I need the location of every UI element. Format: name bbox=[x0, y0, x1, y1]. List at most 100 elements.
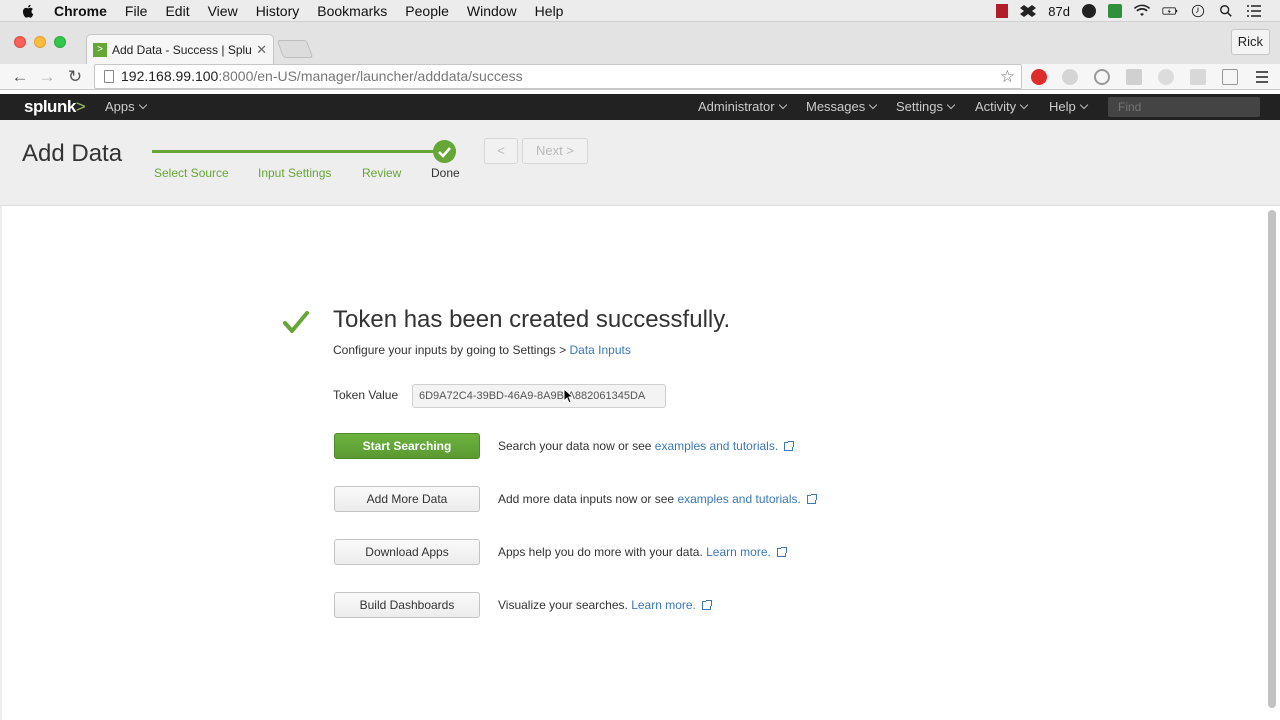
nav-help-label: Help bbox=[1049, 99, 1076, 114]
page-title: Add Data bbox=[22, 140, 123, 167]
learn-more-link[interactable]: Learn more. bbox=[706, 545, 771, 559]
external-link-icon bbox=[784, 441, 795, 451]
notification-center-icon[interactable] bbox=[1246, 4, 1262, 18]
battery-monitor-icon[interactable] bbox=[1108, 4, 1122, 18]
logo-text: splunk bbox=[24, 97, 76, 116]
chrome-menu-icon[interactable] bbox=[1254, 69, 1270, 85]
download-apps-button[interactable]: Download Apps bbox=[334, 539, 480, 565]
external-link-icon bbox=[806, 494, 817, 504]
window-close-button[interactable] bbox=[14, 36, 26, 48]
success-heading: Token has been created successfully. bbox=[333, 306, 731, 333]
nav-help[interactable]: Help bbox=[1049, 99, 1088, 114]
reload-icon[interactable]: ↻ bbox=[65, 67, 85, 87]
url-path: :8000/en-US/manager/launcher/adddata/suc… bbox=[218, 68, 523, 84]
splunk-nav-bar: splunk> Apps Administrator Messages Sett… bbox=[0, 94, 1280, 120]
examples-tutorials-link[interactable]: examples and tutorials. bbox=[677, 492, 800, 506]
learn-more-link[interactable]: Learn more. bbox=[631, 598, 696, 612]
menu-view[interactable]: View bbox=[208, 3, 238, 19]
nav-settings[interactable]: Settings bbox=[896, 99, 956, 114]
nav-activity[interactable]: Activity bbox=[975, 99, 1029, 114]
add-more-data-button[interactable]: Add More Data bbox=[334, 486, 480, 512]
page-scrollbar[interactable] bbox=[1268, 210, 1276, 708]
build-dashboards-button[interactable]: Build Dashboards bbox=[334, 592, 480, 618]
splunk-logo[interactable]: splunk> bbox=[24, 97, 86, 117]
window-minimize-button[interactable] bbox=[34, 36, 46, 48]
add-data-header: Add Data Select Source Input Settings Re… bbox=[0, 120, 1280, 206]
action-text: Visualize your searches. bbox=[498, 598, 632, 612]
menu-tray: 87d bbox=[996, 0, 1262, 22]
apps-menu[interactable]: Apps bbox=[105, 99, 147, 114]
shield-icon[interactable] bbox=[1082, 4, 1096, 18]
apps-menu-label: Apps bbox=[105, 99, 135, 114]
wifi-icon[interactable] bbox=[1134, 4, 1150, 18]
bookmark-star-icon[interactable]: ☆ bbox=[1000, 65, 1015, 88]
profile-button[interactable]: Rick bbox=[1230, 29, 1270, 55]
opera-extension-icon[interactable] bbox=[1031, 69, 1047, 85]
nav-messages-label: Messages bbox=[806, 99, 866, 114]
find-input[interactable] bbox=[1108, 97, 1260, 117]
menu-app-name[interactable]: Chrome bbox=[54, 3, 107, 19]
menu-people[interactable]: People bbox=[405, 3, 449, 19]
url-host: 192.168.99.100 bbox=[121, 68, 219, 84]
start-searching-button[interactable]: Start Searching bbox=[334, 433, 480, 459]
devtools-extension-icon[interactable] bbox=[1094, 69, 1110, 85]
add-more-data-description: Add more data inputs now or see examples… bbox=[498, 492, 817, 506]
menu-help[interactable]: Help bbox=[535, 3, 564, 19]
nav-activity-label: Activity bbox=[975, 99, 1017, 114]
tab-close-icon[interactable]: ✕ bbox=[256, 42, 267, 58]
honey-extension-icon[interactable] bbox=[1062, 69, 1078, 85]
spotlight-search-icon[interactable] bbox=[1218, 4, 1234, 18]
nav-settings-label: Settings bbox=[896, 99, 943, 114]
menu-history[interactable]: History bbox=[256, 3, 300, 19]
apple-icon[interactable] bbox=[20, 3, 36, 19]
chevron-down-icon bbox=[138, 100, 147, 110]
examples-tutorials-link[interactable]: examples and tutorials. bbox=[655, 439, 778, 453]
nav-administrator[interactable]: Administrator bbox=[698, 99, 787, 114]
main-content bbox=[0, 206, 1280, 720]
browser-tab-bar: > Add Data - Success | Splunk ✕ Rick bbox=[0, 22, 1280, 64]
menu-window[interactable]: Window bbox=[467, 3, 517, 19]
new-tab-button[interactable] bbox=[276, 40, 314, 58]
step-progress-bar bbox=[152, 150, 442, 153]
gear-extension-icon[interactable] bbox=[1190, 69, 1206, 85]
nav-messages[interactable]: Messages bbox=[806, 99, 878, 114]
splunk-favicon-icon: > bbox=[93, 42, 107, 57]
menu-edit[interactable]: Edit bbox=[165, 3, 189, 19]
film-icon[interactable] bbox=[996, 4, 1009, 18]
window-maximize-button[interactable] bbox=[54, 36, 66, 48]
browser-toolbar: ← → ↻ 192.168.99.100:8000/en-US/manager/… bbox=[0, 64, 1280, 90]
back-arrow-icon[interactable]: ← bbox=[10, 67, 30, 87]
token-value-field[interactable] bbox=[412, 384, 666, 408]
temperature-readout[interactable]: 87d bbox=[1048, 4, 1070, 19]
chevron-down-icon bbox=[1079, 100, 1088, 110]
previous-button[interactable]: < bbox=[484, 138, 518, 164]
chevron-down-icon bbox=[946, 100, 956, 110]
clock-icon[interactable] bbox=[1190, 4, 1206, 18]
leaf-extension-icon[interactable] bbox=[1158, 69, 1174, 85]
menu-bookmarks[interactable]: Bookmarks bbox=[317, 3, 387, 19]
configure-text: Configure your inputs by going to Settin… bbox=[333, 343, 570, 357]
bold-extension-icon[interactable] bbox=[1222, 69, 1238, 85]
download-apps-description: Apps help you do more with your data. Le… bbox=[498, 545, 787, 559]
chevron-down-icon bbox=[778, 100, 787, 110]
mac-menu-bar: Chrome File Edit View History Bookmarks … bbox=[0, 0, 1280, 22]
build-dashboards-description: Visualize your searches. Learn more. bbox=[498, 598, 712, 612]
menu-file[interactable]: File bbox=[125, 3, 148, 19]
chevron-down-icon bbox=[1019, 100, 1029, 110]
tab-add-data-success[interactable]: > Add Data - Success | Splunk ✕ bbox=[86, 34, 274, 64]
step-select-source: Select Source bbox=[154, 166, 229, 180]
dropbox-icon[interactable] bbox=[1020, 4, 1037, 18]
step-done: Done bbox=[431, 166, 460, 180]
action-text: Add more data inputs now or see bbox=[498, 492, 678, 506]
mouse-cursor-icon bbox=[563, 388, 573, 404]
step-review: Review bbox=[362, 166, 402, 180]
forward-arrow-icon[interactable]: → bbox=[37, 67, 57, 87]
step-input-settings: Input Settings bbox=[258, 166, 332, 180]
data-inputs-link[interactable]: Data Inputs bbox=[569, 343, 630, 357]
success-check-icon bbox=[283, 311, 309, 333]
address-bar[interactable]: 192.168.99.100:8000/en-US/manager/launch… bbox=[94, 64, 1022, 89]
next-button[interactable]: Next > bbox=[522, 138, 588, 164]
chevron-down-icon bbox=[869, 100, 878, 110]
print-extension-icon[interactable] bbox=[1126, 69, 1142, 85]
battery-icon[interactable] bbox=[1162, 4, 1178, 18]
